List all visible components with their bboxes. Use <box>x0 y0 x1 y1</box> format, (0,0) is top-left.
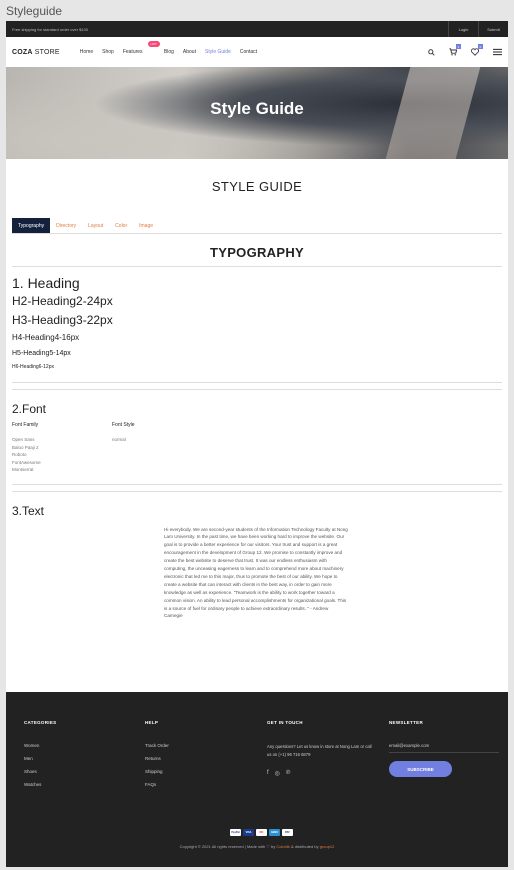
font-family-item: Roboto <box>12 452 27 457</box>
search-icon[interactable] <box>426 47 436 57</box>
heading-5-sample: H5-Heading5-14px <box>12 350 71 357</box>
footer-link-returns[interactable]: Returns <box>145 756 255 761</box>
nav-style-guide[interactable]: Style Guide <box>205 49 231 55</box>
logo[interactable]: COZA STORE <box>12 49 60 56</box>
subscribe-button[interactable]: SUBSCRIBE <box>389 761 452 777</box>
payment-methods: PayPal VISA MC AMEX PAY <box>230 829 293 836</box>
amex-icon: AMEX <box>269 829 280 836</box>
contact-title: GET IN TOUCH <box>267 720 303 725</box>
divider <box>12 483 502 485</box>
nav-blog[interactable]: Blog <box>164 49 174 55</box>
footer-categories: CATEGORIES Women Men Shoes Watches <box>24 720 134 795</box>
contact-text: Any questions? Let us know in store at N… <box>267 744 372 757</box>
categories-title: CATEGORIES <box>24 720 57 725</box>
discover-icon: PAY <box>282 829 293 836</box>
divider <box>12 266 502 267</box>
top-bar: Free shipping for standard order over $1… <box>6 21 508 37</box>
font-family-item: FontAwesome <box>12 459 41 465</box>
heading-6-sample: H6-Heading6-12px <box>12 364 54 370</box>
window-title: Styleguide <box>6 4 63 18</box>
heading-3-sample: H3-Heading3-22px <box>12 313 113 327</box>
footer: CATEGORIES Women Men Shoes Watches HELP … <box>6 692 508 867</box>
tab-typography[interactable]: Typography <box>12 218 51 233</box>
help-title: HELP <box>145 720 159 725</box>
main-nav: Home Shop Features HOT Blog About Style G… <box>80 41 257 55</box>
heading-1-sample: 1. Heading <box>12 275 80 291</box>
font-family-item: Baloo Paaji 2 <box>12 444 39 450</box>
font-table: Font Family Open Sans Baloo Paaji 2 Robo… <box>12 422 502 474</box>
copyright-text: Copyright © 2021 All rights reserved | M… <box>179 844 277 849</box>
main-header: COZA STORE Home Shop Features HOT Blog Ab… <box>6 37 508 67</box>
header-icons: 2 0 <box>426 44 502 57</box>
pinterest-icon[interactable]: ℗ <box>286 770 290 777</box>
font-family-item: Montserrat <box>12 467 34 472</box>
heading-4-sample: H4-Heading4-16px <box>12 333 80 342</box>
hot-badge: HOT <box>147 41 160 47</box>
footer-link-men[interactable]: Men <box>24 756 134 761</box>
font-family-header: Font Family <box>12 422 39 428</box>
footer-link-women[interactable]: Women <box>24 743 134 748</box>
font-family-column: Font Family Open Sans Baloo Paaji 2 Robo… <box>12 422 112 474</box>
font-style-header: Font Style <box>112 422 135 428</box>
font-style-column: Font Style normal <box>112 422 212 474</box>
tab-color[interactable]: Color <box>109 218 133 233</box>
nav-features-label: Features <box>122 49 143 55</box>
menu-icon[interactable] <box>492 47 502 57</box>
logo-thin: STORE <box>32 48 60 56</box>
visa-icon: VISA <box>243 829 254 836</box>
style-tabs: Typography Directory Layout Color Image <box>12 218 502 234</box>
wishlist-count: 0 <box>478 44 483 49</box>
cart-count: 2 <box>456 44 461 49</box>
font-section-title: 2.Font <box>12 402 47 416</box>
logo-bold: COZA <box>12 48 33 56</box>
submit-link[interactable]: Submit <box>478 21 508 37</box>
typography-title: TYPOGRAPHY <box>209 245 304 260</box>
nav-home[interactable]: Home <box>80 49 93 55</box>
group12-link[interactable]: group12 <box>320 844 335 849</box>
divider <box>12 382 502 383</box>
footer-help: HELP Track Order Returns Shipping FAQs <box>145 720 255 795</box>
tab-directory[interactable]: Directory <box>50 218 82 233</box>
shipping-notice: Free shipping for standard order over $1… <box>12 26 89 32</box>
footer-newsletter: NEWSLETTER email@example.com SUBSCRIBE <box>389 720 499 777</box>
newsletter-title: NEWSLETTER <box>389 720 423 725</box>
instagram-icon[interactable]: ◎ <box>275 770 280 777</box>
footer-link-track-order[interactable]: Track Order <box>145 743 255 748</box>
copyright: Copyright © 2021 All rights reserved | M… <box>6 844 508 849</box>
footer-link-shipping[interactable]: Shipping <box>145 769 255 774</box>
divider <box>12 389 502 390</box>
nav-features[interactable]: Features HOT <box>122 41 160 55</box>
footer-contact: GET IN TOUCH Any questions? Let us know … <box>267 720 377 777</box>
text-section-title: 3.Text <box>12 503 45 518</box>
font-style-item: normal <box>112 437 126 442</box>
footer-link-watches[interactable]: Watches <box>24 782 134 787</box>
copyright-mid: & distributed by <box>289 844 320 849</box>
newsletter-email-input[interactable]: email@example.com <box>389 743 499 753</box>
sample-paragraph: Hi everybody. We are second-year student… <box>164 526 348 619</box>
cart-icon[interactable]: 2 <box>448 44 461 57</box>
colorlib-link[interactable]: Colorlib <box>276 844 290 849</box>
facebook-icon[interactable]: f <box>267 770 269 777</box>
tab-image[interactable]: Image <box>133 218 159 233</box>
footer-link-faqs[interactable]: FAQs <box>145 782 255 787</box>
page-title: STYLE GUIDE <box>211 179 303 194</box>
nav-shop[interactable]: Shop <box>102 49 114 55</box>
paypal-icon: PayPal <box>230 829 241 836</box>
footer-link-shoes[interactable]: Shoes <box>24 769 134 774</box>
mastercard-icon: MC <box>256 829 267 836</box>
nav-contact[interactable]: Contact <box>240 49 257 55</box>
social-links: f ◎ ℗ <box>267 770 377 777</box>
hero-banner: Style Guide <box>6 67 508 159</box>
heading-2-sample: H2-Heading2-24px <box>12 294 113 308</box>
login-link[interactable]: Login <box>448 21 478 37</box>
nav-about[interactable]: About <box>183 49 196 55</box>
divider <box>12 490 502 492</box>
tab-layout[interactable]: Layout <box>82 218 109 233</box>
hero-title: Style Guide <box>210 99 304 118</box>
page: Free shipping for standard order over $1… <box>6 21 508 867</box>
heart-icon[interactable]: 0 <box>470 44 483 57</box>
font-family-item: Open Sans <box>12 437 35 442</box>
